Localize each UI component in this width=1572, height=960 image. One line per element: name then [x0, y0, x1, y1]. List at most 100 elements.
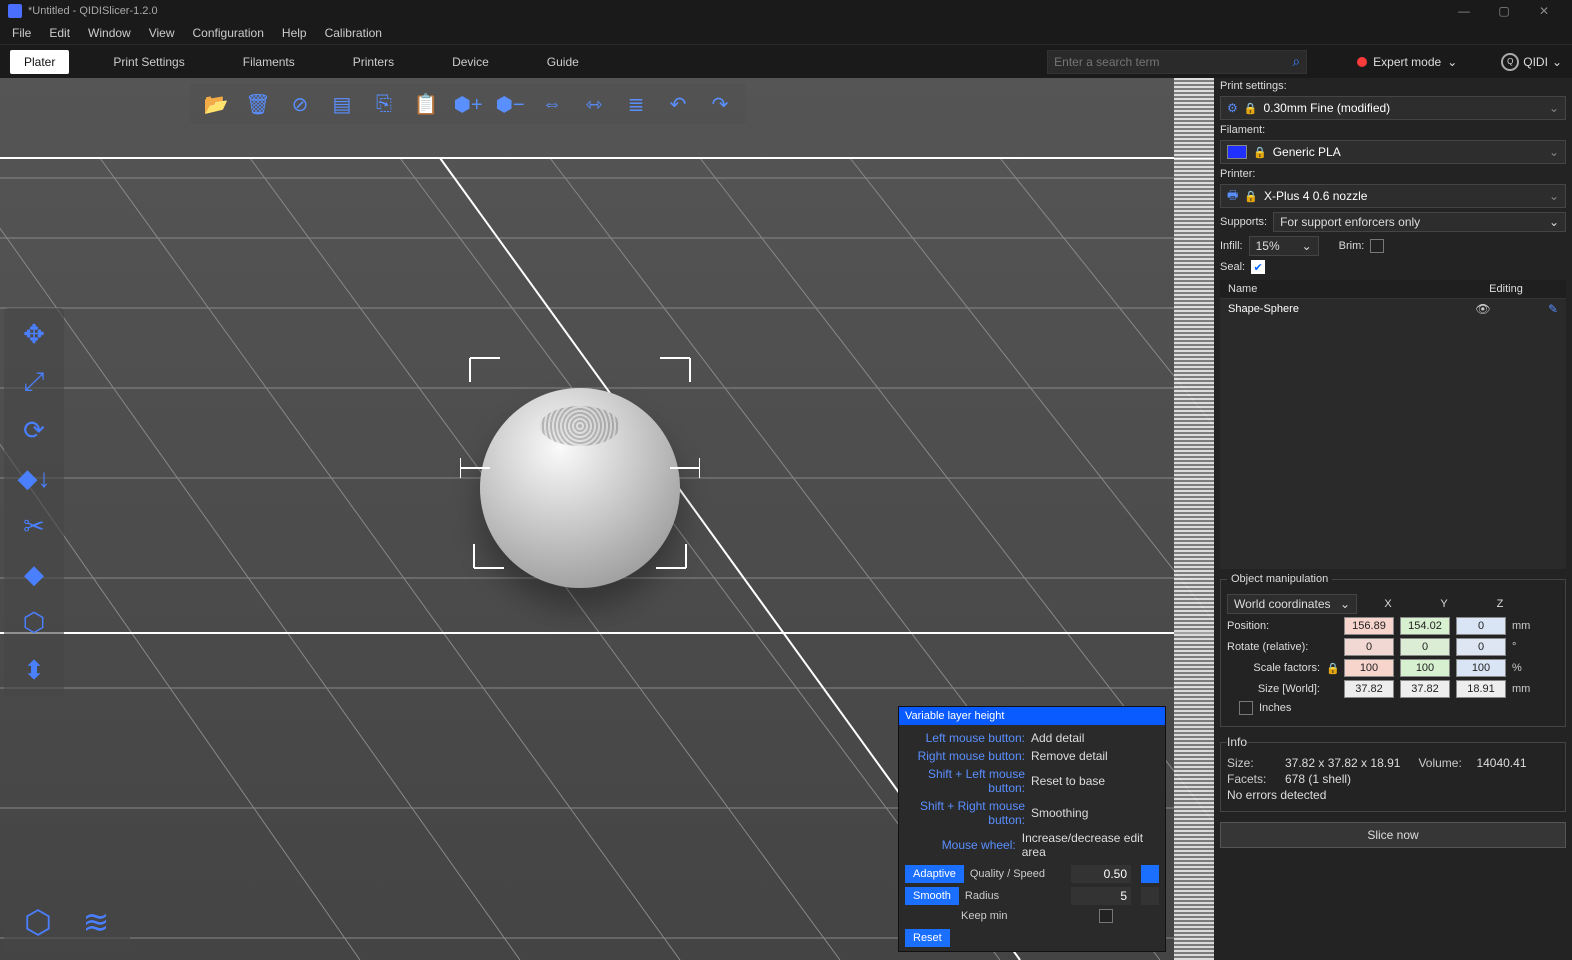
- preview-view-icon[interactable]: ≋: [72, 898, 120, 946]
- instance-remove-icon[interactable]: ⬢−: [496, 90, 524, 118]
- split-parts-icon[interactable]: ⇿: [580, 90, 608, 118]
- brim-checkbox[interactable]: [1370, 239, 1384, 253]
- split-objects-icon[interactable]: ⇔: [538, 90, 566, 118]
- filament-dropdown[interactable]: 🔒 Generic PLA ⌄: [1220, 140, 1566, 164]
- menu-configuration[interactable]: Configuration: [185, 24, 272, 42]
- vlh-radius-action-icon[interactable]: [1141, 887, 1159, 905]
- print-preset-dropdown[interactable]: ⚙ 🔒 0.30mm Fine (modified) ⌄: [1220, 96, 1566, 120]
- vlh-hint-val: Smoothing: [1031, 806, 1088, 820]
- visibility-icon[interactable]: 👁: [1468, 302, 1498, 316]
- vlh-quality-value[interactable]: 0.50: [1071, 865, 1131, 883]
- scale-x-input[interactable]: [1344, 659, 1394, 677]
- mode-selector[interactable]: Expert mode ⌄: [1357, 55, 1457, 69]
- instance-add-icon[interactable]: ⬢+: [454, 90, 482, 118]
- open-icon[interactable]: 📂: [202, 90, 230, 118]
- vlh-quality-action-icon[interactable]: [1141, 865, 1159, 883]
- tab-printers[interactable]: Printers: [339, 50, 408, 74]
- editor-view-icon[interactable]: ⬡: [14, 898, 62, 946]
- position-y-input[interactable]: [1400, 617, 1450, 635]
- arrange-icon[interactable]: ▤: [328, 90, 356, 118]
- rotate-label: Rotate (relative):: [1227, 641, 1320, 653]
- menu-help[interactable]: Help: [274, 24, 315, 42]
- menu-edit[interactable]: Edit: [41, 24, 78, 42]
- vlh-radius-value[interactable]: 5: [1071, 887, 1131, 905]
- rotate-y-input[interactable]: [1400, 638, 1450, 656]
- slice-now-button[interactable]: Slice now: [1220, 822, 1566, 848]
- menu-window[interactable]: Window: [80, 24, 139, 42]
- vlh-reset-button[interactable]: Reset: [905, 929, 950, 947]
- tab-plater[interactable]: Plater: [10, 50, 69, 74]
- rotate-z-input[interactable]: [1456, 638, 1506, 656]
- object-manipulation: Object manipulation World coordinates⌄ X…: [1220, 573, 1566, 727]
- hollow-tool-icon[interactable]: ⬡: [12, 600, 56, 644]
- vlh-keepmin-label: Keep min: [961, 910, 1093, 922]
- variable-layer-height-panel: Variable layer height Left mouse button:…: [898, 706, 1166, 952]
- place-on-face-tool-icon[interactable]: ◆↓: [12, 456, 56, 500]
- measure-tool-icon[interactable]: ◆: [12, 552, 56, 596]
- size-y-input[interactable]: [1400, 680, 1450, 698]
- chevron-down-icon: ⌄: [1340, 597, 1350, 611]
- viewport[interactable]: 📂 🗑 ⊘ ▤ ⎘ 📋 ⬢+ ⬢− ⇔ ⇿ ≣ ↶ ↷ ✥ ⤢ ⟳ ◆↓ ✂ ◆…: [0, 78, 1214, 960]
- seal-checkbox[interactable]: ✔: [1251, 260, 1265, 274]
- layer-height-tool-icon[interactable]: ⬍: [12, 648, 56, 692]
- coord-system-dropdown[interactable]: World coordinates⌄: [1227, 594, 1357, 614]
- info-facets-value: 678 (1 shell): [1285, 772, 1351, 786]
- viewport-toolbar: 📂 🗑 ⊘ ▤ ⎘ 📋 ⬢+ ⬢− ⇔ ⇿ ≣ ↶ ↷: [190, 84, 746, 124]
- copy-icon[interactable]: ⎘: [370, 90, 398, 118]
- inches-checkbox[interactable]: [1239, 701, 1253, 715]
- lock-icon[interactable]: 🔒: [1326, 662, 1338, 675]
- menu-file[interactable]: File: [4, 24, 39, 42]
- close-button[interactable]: ✕: [1524, 4, 1564, 18]
- edit-icon[interactable]: ✎: [1498, 302, 1558, 316]
- search-input[interactable]: [1054, 55, 1292, 69]
- printer-dropdown[interactable]: 🖶 🔒 X-Plus 4 0.6 nozzle ⌄: [1220, 184, 1566, 208]
- infill-label: Infill:: [1220, 240, 1243, 252]
- tab-print-settings[interactable]: Print Settings: [99, 50, 198, 74]
- infill-dropdown[interactable]: 15%⌄: [1249, 236, 1319, 256]
- size-label: Size [World]:: [1227, 683, 1320, 695]
- expert-dot-icon: [1357, 57, 1367, 67]
- search-box[interactable]: ⌕: [1047, 50, 1307, 74]
- scale-y-input[interactable]: [1400, 659, 1450, 677]
- scale-tool-icon[interactable]: ⤢: [12, 360, 56, 404]
- delete-icon[interactable]: 🗑: [244, 90, 272, 118]
- vlh-smooth-button[interactable]: Smooth: [905, 887, 959, 905]
- supports-dropdown[interactable]: For support enforcers only⌄: [1273, 212, 1566, 232]
- tab-filaments[interactable]: Filaments: [229, 50, 309, 74]
- size-x-input[interactable]: [1344, 680, 1394, 698]
- filament-color-swatch[interactable]: [1227, 145, 1247, 159]
- vlh-hint-val: Increase/decrease edit area: [1022, 831, 1159, 859]
- position-z-input[interactable]: [1456, 617, 1506, 635]
- maximize-button[interactable]: ▢: [1484, 4, 1524, 18]
- vlh-adaptive-button[interactable]: Adaptive: [905, 865, 964, 883]
- position-x-input[interactable]: [1344, 617, 1394, 635]
- paste-icon[interactable]: 📋: [412, 90, 440, 118]
- delete-all-icon[interactable]: ⊘: [286, 90, 314, 118]
- tab-guide[interactable]: Guide: [533, 50, 593, 74]
- account-ring-icon: Q: [1501, 53, 1519, 71]
- menu-calibration[interactable]: Calibration: [317, 24, 390, 42]
- cut-tool-icon[interactable]: ✂: [12, 504, 56, 548]
- move-tool-icon[interactable]: ✥: [12, 312, 56, 356]
- rotate-tool-icon[interactable]: ⟳: [12, 408, 56, 452]
- view-mode-switcher: ⬡ ≋: [4, 892, 130, 952]
- account-menu[interactable]: Q QIDI ⌄: [1501, 53, 1562, 71]
- tab-device[interactable]: Device: [438, 50, 503, 74]
- undo-icon[interactable]: ↶: [664, 90, 692, 118]
- object-list-item[interactable]: Shape-Sphere 👁 ✎: [1220, 299, 1566, 319]
- manip-title: Object manipulation: [1227, 573, 1332, 585]
- layers-icon[interactable]: ≣: [622, 90, 650, 118]
- rotate-x-input[interactable]: [1344, 638, 1394, 656]
- info-errors: No errors detected: [1227, 788, 1326, 802]
- menubar: File Edit Window View Configuration Help…: [0, 22, 1572, 44]
- menu-view[interactable]: View: [141, 24, 183, 42]
- size-z-input[interactable]: [1456, 680, 1506, 698]
- objlist-col-name: Name: [1220, 280, 1446, 298]
- vlh-keepmin-checkbox[interactable]: [1099, 909, 1113, 923]
- redo-icon[interactable]: ↷: [706, 90, 734, 118]
- scale-z-input[interactable]: [1456, 659, 1506, 677]
- chevron-down-icon: ⌄: [1302, 239, 1312, 253]
- search-icon[interactable]: ⌕: [1292, 53, 1300, 70]
- minimize-button[interactable]: —: [1444, 4, 1484, 18]
- layer-height-strip[interactable]: [1174, 78, 1214, 960]
